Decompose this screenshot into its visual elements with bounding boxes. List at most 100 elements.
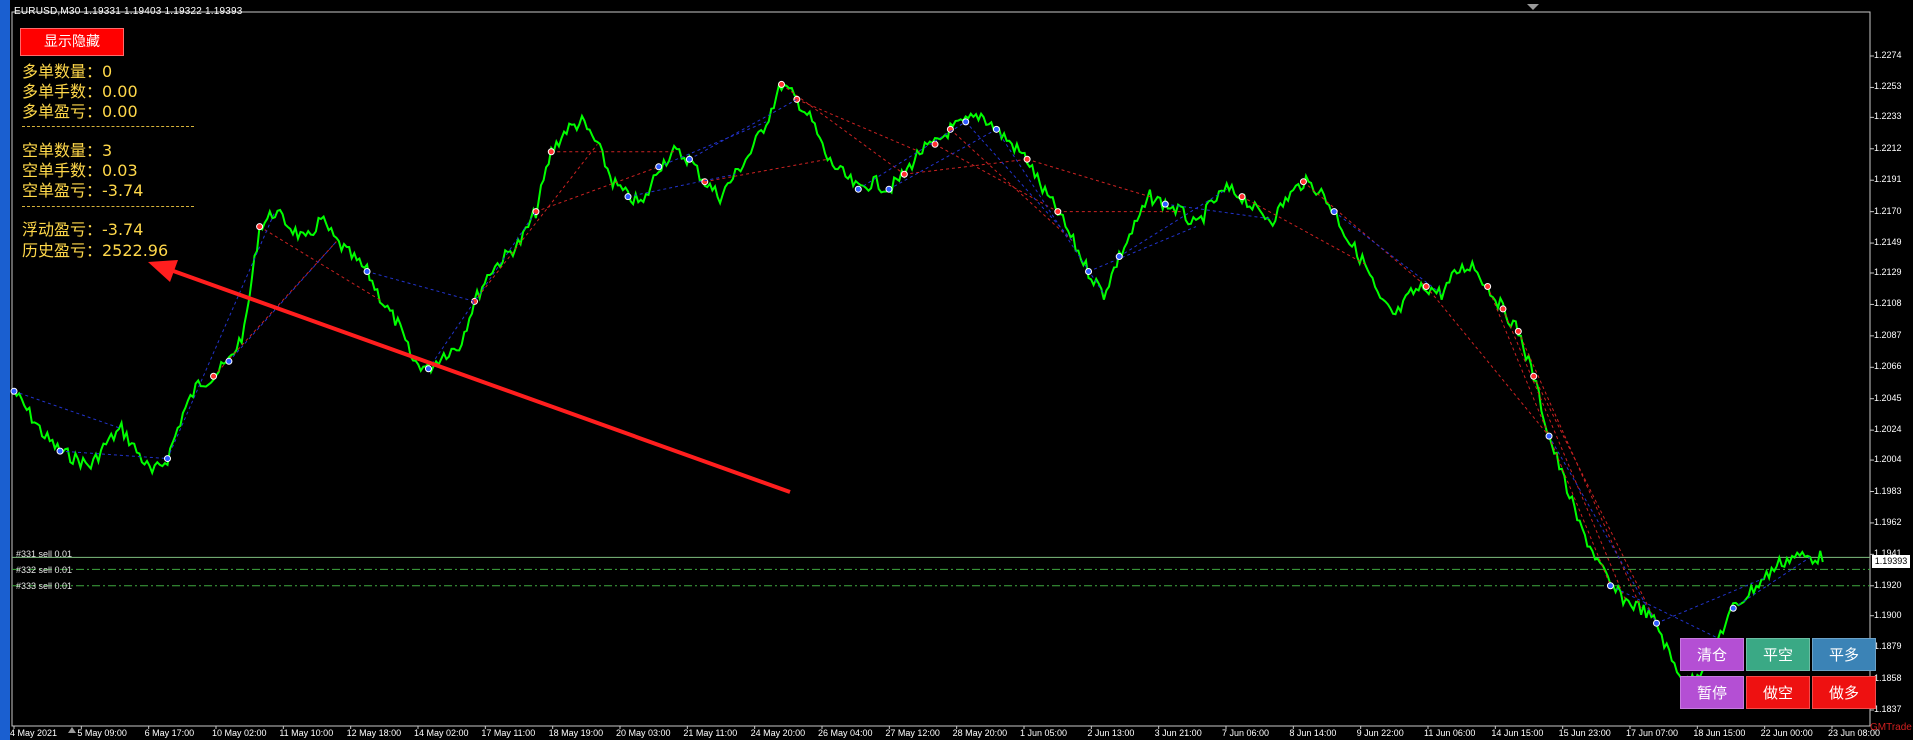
y-tick-label: 1.1962 (1874, 516, 1902, 527)
buy-link-line (1732, 556, 1811, 609)
buy-marker (10, 387, 18, 395)
annotation-arrowhead (148, 260, 178, 282)
sell-marker (1238, 193, 1246, 201)
close-long-button[interactable]: 平多 (1812, 638, 1876, 671)
y-tick-label: 1.1900 (1874, 609, 1902, 620)
y-tick-label: 1.2149 (1874, 237, 1902, 248)
x-tick-label: 21 May 11:00 (683, 728, 738, 738)
sell-link-line (259, 226, 383, 302)
x-tick-label: 4 May 2021 (10, 728, 58, 738)
window-edge (0, 0, 10, 740)
x-tick-label: 10 May 02:00 (212, 728, 267, 738)
y-tick-label: 1.1837 (1874, 704, 1902, 714)
x-tick-label: 15 Jun 23:00 (1558, 728, 1611, 738)
chart-window: EURUSD,M30 1.19331 1.19403 1.19322 1.193… (0, 0, 1913, 740)
x-tick-label: 14 May 02:00 (414, 728, 469, 738)
sell-marker (1054, 208, 1062, 216)
y-tick-label: 1.2045 (1874, 392, 1902, 403)
sell-marker (1484, 282, 1492, 290)
sell-marker (1530, 372, 1538, 380)
x-tick-label: 11 Jun 06:00 (1424, 728, 1476, 738)
x-tick-label: 24 May 20:00 (750, 728, 806, 738)
sell-marker (1514, 327, 1522, 335)
y-tick-label: 1.2274 (1874, 50, 1902, 60)
y-tick-label: 1.2066 (1874, 361, 1902, 372)
sell-link-line (474, 143, 598, 302)
sell-link-line (904, 158, 1028, 175)
buy-marker (56, 447, 64, 455)
buy-link-line (428, 211, 537, 370)
y-tick-label: 1.1983 (1874, 485, 1902, 496)
buy-marker (992, 125, 1000, 133)
buy-link-line (627, 173, 736, 198)
price-chart[interactable] (0, 0, 1913, 740)
order-tag[interactable]: #332 sell 0.01 (16, 565, 72, 575)
price-series-line (13, 81, 1824, 687)
buy-marker (1545, 432, 1553, 440)
buy-marker (1115, 253, 1123, 261)
sell-marker (547, 148, 555, 156)
x-tick-label: 6 May 17:00 (144, 728, 195, 738)
buy-marker (1085, 268, 1093, 276)
x-tick-label: 1 Jun 05:00 (1020, 728, 1068, 738)
x-tick-label: 18 Jun 15:00 (1693, 728, 1746, 738)
buy-marker (624, 193, 632, 201)
x-tick-label: 8 Jun 14:00 (1289, 728, 1337, 738)
buy-marker (363, 268, 371, 276)
sell-marker (1422, 282, 1430, 290)
open-long-button[interactable]: 做多 (1812, 676, 1876, 709)
history-pl: 历史盈亏：2522.96 (22, 241, 169, 260)
open-short-button[interactable]: 做空 (1746, 676, 1810, 709)
y-tick-label: 1.2253 (1874, 81, 1902, 92)
buy-marker (685, 155, 693, 163)
x-tick-label: 26 May 04:00 (818, 728, 873, 738)
x-tick-label: 27 May 12:00 (885, 728, 940, 738)
buy-link-line (366, 271, 475, 302)
x-tick-label: 17 May 11:00 (481, 728, 536, 738)
buy-link-line (689, 98, 798, 160)
separator (22, 126, 194, 127)
watermark: GMTrade (1870, 722, 1912, 733)
x-tick-label: 2 Jun 13:00 (1087, 728, 1135, 738)
y-tick-label: 1.2191 (1874, 174, 1902, 185)
y-tick-label: 1.2233 (1874, 111, 1902, 122)
short-pl: 空单盈亏：-3.74 (22, 181, 144, 200)
long-pl: 多单盈亏：0.00 (22, 102, 138, 121)
close-all-button[interactable]: 清仓 (1680, 638, 1744, 671)
buy-marker (424, 365, 432, 373)
y-tick-label: 1.2212 (1874, 142, 1902, 153)
buy-link-line (1118, 188, 1227, 257)
sell-link-line (535, 166, 659, 213)
order-tag[interactable]: #331 sell 0.01 (16, 549, 72, 559)
sell-marker (778, 80, 786, 88)
buy-link-line (1656, 577, 1765, 624)
y-tick-label: 1.1858 (1874, 672, 1902, 683)
order-tag[interactable]: #333 sell 0.01 (16, 581, 72, 591)
x-tick-label: 7 Jun 06:00 (1222, 728, 1270, 738)
y-tick-label: 1.2004 (1874, 454, 1902, 465)
x-tick-label: 12 May 18:00 (346, 728, 402, 738)
x-tick-label: 14 Jun 15:00 (1491, 728, 1544, 738)
sell-marker (931, 140, 939, 148)
buy-link-line (1088, 226, 1197, 272)
x-tick-label: 20 May 03:00 (616, 728, 671, 738)
buy-marker (885, 185, 893, 193)
buy-marker (962, 118, 970, 126)
sell-marker (900, 170, 908, 178)
buy-marker (225, 357, 233, 365)
toggle-panel-button[interactable]: 显示隐藏 (20, 28, 124, 56)
y-tick-label: 1.2170 (1874, 205, 1902, 216)
x-tick-label: 9 Jun 22:00 (1356, 728, 1404, 738)
y-tick-label: 1.1920 (1874, 579, 1902, 590)
sell-marker (210, 372, 218, 380)
buy-marker (1652, 619, 1660, 627)
plot-border (11, 11, 1871, 727)
sell-marker (1499, 305, 1507, 313)
pause-button[interactable]: 暂停 (1680, 676, 1744, 709)
scroll-marker (1527, 4, 1539, 10)
buy-link-line (1548, 435, 1657, 624)
sell-marker (256, 223, 264, 231)
buy-link-line (1610, 585, 1719, 639)
x-tick-label: 22 Jun 00:00 (1760, 728, 1813, 738)
close-short-button[interactable]: 平空 (1746, 638, 1810, 671)
